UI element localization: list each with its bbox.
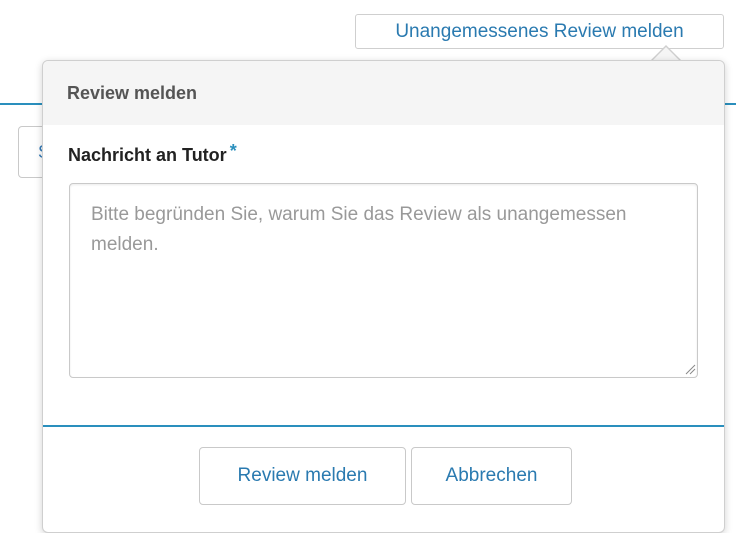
message-field-label-text: Nachricht an Tutor <box>68 145 227 165</box>
cancel-button[interactable]: Abbrechen <box>411 447 572 505</box>
message-field-label: Nachricht an Tutor * <box>68 141 237 166</box>
background-divider <box>0 103 45 105</box>
message-to-tutor-textarea[interactable] <box>69 183 698 378</box>
page: S Unangemessenes Review melden Review me… <box>0 0 736 533</box>
required-marker: * <box>229 141 237 161</box>
resize-grip-icon[interactable] <box>684 363 696 375</box>
popover-footer-divider <box>43 425 724 427</box>
background-divider-right <box>724 103 736 105</box>
submit-report-button[interactable]: Review melden <box>199 447 406 505</box>
popover-title: Review melden <box>67 83 198 103</box>
popover-header: Review melden <box>43 61 724 125</box>
report-inappropriate-review-link[interactable]: Unangemessenes Review melden <box>355 14 724 49</box>
report-review-popover: Review melden Nachricht an Tutor* Review… <box>42 60 725 533</box>
